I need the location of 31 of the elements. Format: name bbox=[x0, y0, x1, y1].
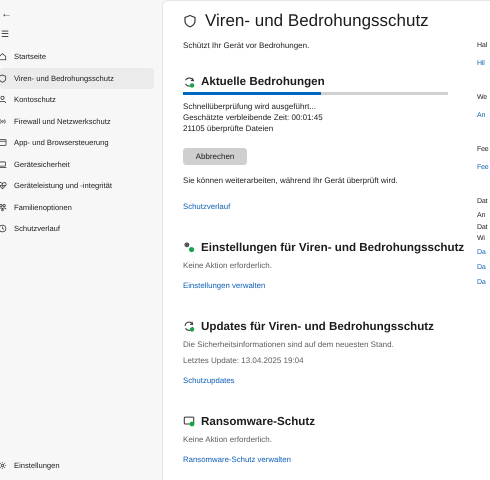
shield-icon bbox=[0, 74, 7, 83]
status-text: Geschätzte verbleibende Zeit: 00:01:45 bbox=[183, 112, 323, 122]
signal-icon bbox=[0, 116, 7, 126]
refresh-icon bbox=[183, 320, 195, 332]
status-text: Schnellüberprüfung wird ausgeführt... bbox=[183, 100, 316, 112]
cancel-button[interactable]: Abbrechen bbox=[183, 148, 247, 164]
person-icon bbox=[0, 95, 7, 104]
people-icon bbox=[0, 202, 7, 212]
heart-icon bbox=[0, 181, 7, 190]
back-button[interactable]: ← bbox=[1, 4, 15, 24]
status-text: Letztes Update: 13.04.2025 19:04 bbox=[183, 354, 304, 367]
menu-button[interactable]: ☰ bbox=[1, 24, 15, 44]
scan-icon bbox=[183, 76, 195, 88]
clock-icon bbox=[0, 224, 7, 234]
section-title: Ransomware-Schutz bbox=[201, 414, 316, 428]
page-title: Viren- und Bedrohungsschutz bbox=[205, 11, 429, 31]
monitor-icon bbox=[183, 415, 195, 427]
page-subtitle: Schützt Ihr Gerät vor Bedrohungen. bbox=[183, 41, 310, 50]
window-icon bbox=[0, 138, 7, 148]
status-text: Keine Aktion erforderlich. bbox=[183, 260, 272, 272]
laptop-icon bbox=[0, 160, 7, 169]
info-text: Sie können weiterarbeiten, während Ihr Gerät überprüft wird. bbox=[183, 174, 398, 186]
section-title: Aktuelle Bedrohungen bbox=[201, 75, 325, 88]
status-text: Keine Aktion erforderlich. bbox=[183, 434, 272, 446]
section-title: Einstellungen für Viren- und Bedrohungsschutz bbox=[201, 240, 464, 254]
status-text: Die Sicherheitsinformationen sind auf dem neuesten Stand. bbox=[183, 338, 394, 350]
status-text: 21105 überprüfte Dateien bbox=[183, 122, 274, 134]
settings-icon bbox=[0, 460, 7, 470]
shield-icon bbox=[183, 14, 197, 28]
section-title: Updates für Viren- und Bedrohungsschutz bbox=[201, 320, 434, 332]
home-icon bbox=[0, 52, 7, 62]
